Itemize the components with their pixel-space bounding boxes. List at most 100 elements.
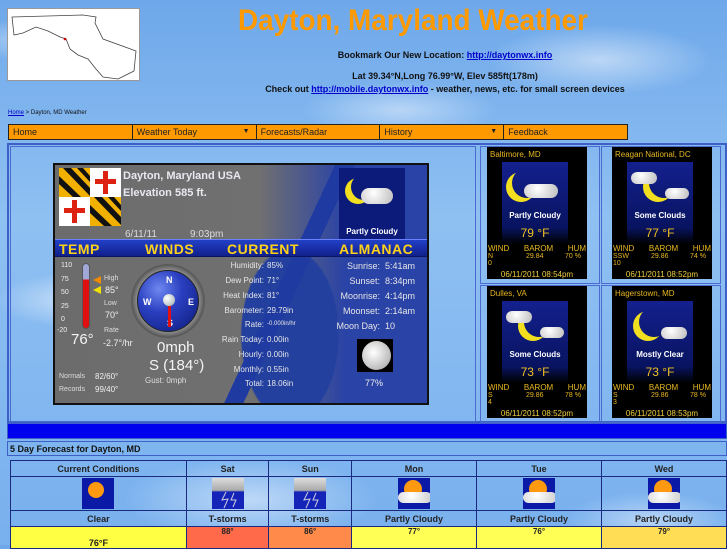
- current-row-barometer: Barometer: 29.79in: [205, 306, 297, 315]
- forecast-table: Current Conditions Sat Sun Mon Tue Wed C…: [10, 460, 727, 549]
- station-card-hagerstown[interactable]: Hagerstown, MD Mostly Clear 73 °F WIND BA…: [612, 286, 712, 418]
- compass-hub: [163, 294, 175, 306]
- almanac-row-sunrise: Sunrise: 5:41am: [319, 261, 427, 271]
- hum-header: HUM: [692, 244, 711, 253]
- cloud-icon: [631, 172, 657, 184]
- dropdown-arrow-icon: ▼: [490, 128, 498, 135]
- weather-sticker: Dayton, Maryland USA Elevation 585 ft. 6…: [53, 163, 429, 405]
- station-headers: WIND BAROM HUM: [612, 383, 712, 392]
- almanac-row-moonrise: Moonrise: 4:14pm: [319, 291, 427, 301]
- wind-direction: S: [613, 392, 618, 399]
- nav-item-home[interactable]: Home: [8, 124, 132, 140]
- wind-compass-icon: N E S W: [137, 270, 199, 332]
- forecast-day: Mon: [351, 460, 478, 477]
- forecast-condition-row: Clear T-storms T-storms Partly Cloudy Pa…: [10, 510, 727, 527]
- nav-label: Weather Today: [136, 127, 198, 137]
- current-row-monthly: Monthly: 0.55in: [205, 365, 297, 374]
- current-row-dewpoint: Dew Point: 71°: [205, 276, 297, 285]
- wind-header: WIND: [613, 244, 635, 253]
- station-card-baltimore[interactable]: Baltimore, MD Partly Cloudy 79 °F WIND BA…: [487, 147, 587, 279]
- scale-tick: 50: [61, 289, 69, 296]
- nav-bar: Home Weather Today ▼ Forecasts/Radar Hist…: [8, 124, 628, 140]
- station-card-dulles[interactable]: Dulles, VA Some Clouds 73 °F WIND BAROM HU…: [487, 286, 587, 418]
- forecast-condition: Partly Cloudy: [476, 510, 602, 527]
- barom-header: BAROM: [523, 383, 554, 392]
- almanac-label: Moonrise:: [340, 291, 380, 301]
- mostly-clear-night-icon: Mostly Clear 73 °F: [627, 301, 693, 383]
- wind-gust: Gust: 0mph: [145, 376, 187, 385]
- current-temperature: 76°: [71, 331, 94, 348]
- current-label: Heat Index:: [223, 291, 264, 300]
- moon-illumination: 77%: [365, 378, 384, 388]
- breadcrumb-home-link[interactable]: Home: [8, 110, 24, 116]
- cloud-icon: [361, 188, 393, 204]
- mobile-line: Check out http://mobile.daytonwx.info - …: [150, 84, 727, 94]
- nav-item-history[interactable]: History ▼: [379, 124, 504, 140]
- sticker-condition: Partly Cloudy: [346, 227, 398, 236]
- current-value: 0.00in: [267, 335, 289, 344]
- almanac-value: 5:41am: [385, 261, 416, 271]
- forecast-temp: 86°: [268, 526, 353, 549]
- nav-item-feedback[interactable]: Feedback: [503, 124, 628, 140]
- scale-tick: 110: [61, 262, 73, 269]
- station-timestamp: 06/11/2011 08:53pm: [625, 409, 699, 418]
- dropdown-arrow-icon: ▼: [242, 128, 250, 135]
- breadcrumb-current: Dayton, MD Weather: [30, 110, 87, 116]
- bookmark-link[interactable]: http://daytonwx.info: [467, 50, 553, 60]
- forecast-day: Current Conditions: [10, 460, 187, 477]
- forecast-icon-cell: [601, 476, 727, 511]
- cloud-icon: [665, 188, 689, 199]
- humidity-value: 78 %: [565, 392, 581, 399]
- compass-north: N: [166, 275, 173, 285]
- current-label: Hourly:: [238, 350, 264, 359]
- section-header-bar: TEMP WINDS CURRENT ALMANAC: [55, 239, 427, 257]
- wind-speed: 3: [613, 399, 617, 406]
- rate-label: Rate: [104, 327, 119, 334]
- forecast-day: Sat: [185, 460, 270, 477]
- nav-item-weather-today[interactable]: Weather Today ▼: [131, 124, 256, 140]
- wind-speed: 4: [488, 399, 492, 406]
- station-name: Baltimore, MD: [490, 150, 541, 159]
- nav-item-forecasts-radar[interactable]: Forecasts/Radar: [255, 124, 380, 140]
- current-value: 29.79in: [267, 306, 294, 315]
- records-label: Records: [59, 386, 86, 393]
- wind-speed: 0: [488, 260, 492, 267]
- forecast-title: 5 Day Forecast for Dayton, MD: [7, 441, 727, 456]
- current-row-rate: Rate: -0.000in/hr: [205, 320, 297, 329]
- compass-west: W: [143, 297, 152, 307]
- almanac-value: 2:14am: [385, 306, 416, 316]
- nav-label: Forecasts/Radar: [260, 127, 328, 137]
- station-condition: Partly Cloudy: [509, 211, 561, 220]
- station-condition: Some Clouds: [634, 211, 686, 220]
- station-card-reagan-national[interactable]: Reagan National, DC Some Clouds 77 °F WI…: [612, 147, 712, 279]
- high-label: High: [104, 275, 119, 282]
- forecast-temp-row: 76°F 88° 86° 77° 76° 79°: [10, 526, 727, 549]
- station-headers: WIND BAROM HUM: [487, 244, 587, 253]
- almanac-header: ALMANAC: [339, 241, 414, 257]
- forecast-temp: 79°: [601, 526, 727, 549]
- mobile-prefix: Check out: [265, 84, 312, 94]
- station-timestamp: 06/11/2011 08:54pm: [500, 270, 574, 279]
- mobile-suffix: - weather, news, etc. for small screen d…: [428, 84, 625, 94]
- wind-direction: S: [488, 392, 493, 399]
- forecast-temp: 88°: [185, 526, 270, 549]
- station-name: Dulles, VA: [490, 289, 527, 298]
- forecast-temp: 77°: [351, 526, 478, 549]
- almanac-value: 4:14pm: [385, 291, 416, 301]
- cloud-icon: [540, 327, 564, 338]
- current-label: Rate:: [244, 320, 264, 329]
- current-value: 0.55in: [267, 365, 289, 374]
- hum-header: HUM: [692, 383, 711, 392]
- almanac-label: Sunrise:: [346, 261, 380, 271]
- wind-direction: S (184°): [149, 357, 205, 374]
- hum-header: HUM: [567, 244, 586, 253]
- cloud-icon: [506, 311, 532, 323]
- forecast-day: Tue: [476, 460, 602, 477]
- forecast-icon-row: [10, 476, 727, 511]
- forecast-icon-cell: [185, 476, 270, 511]
- mobile-link[interactable]: http://mobile.daytonwx.info: [311, 84, 428, 94]
- forecast-icon-cell: [351, 476, 478, 511]
- maryland-flag-icon: [59, 168, 121, 226]
- moon-phase-icon: [357, 339, 393, 372]
- humidity-value: 78 %: [690, 392, 706, 399]
